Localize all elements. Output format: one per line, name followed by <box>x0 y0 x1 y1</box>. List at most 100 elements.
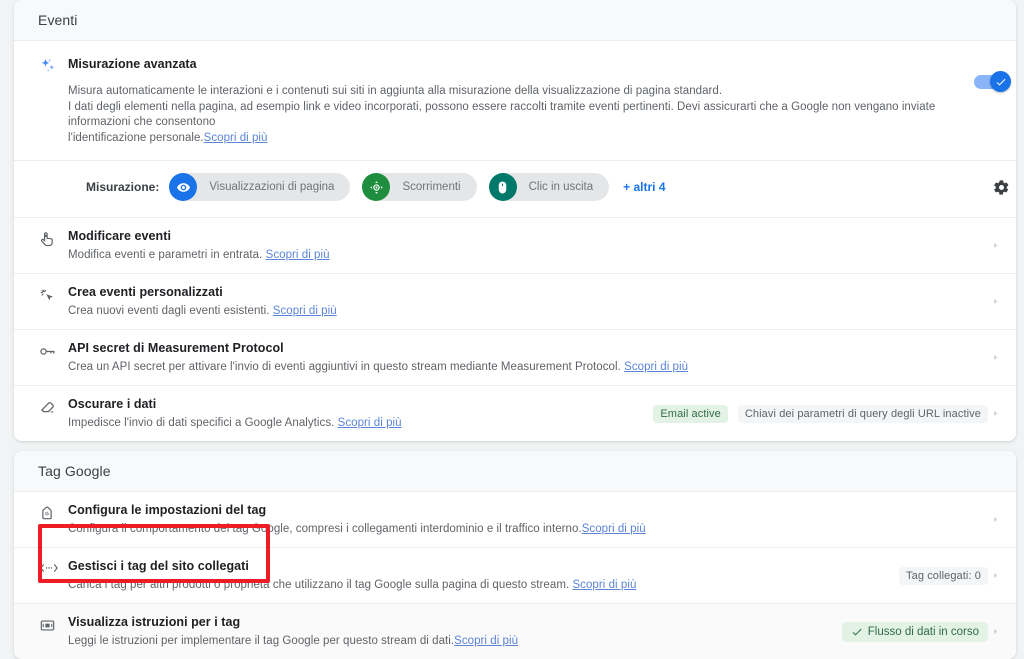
chevron-right-icon[interactable] <box>988 513 1002 526</box>
row-desc-text: Carica i tag per altri prodotti o propri… <box>68 579 570 591</box>
more-measurements-link[interactable]: + altri 4 <box>623 180 665 194</box>
tag-google-card-title: Tag Google <box>38 463 111 479</box>
row-desc-text: Impedisce l'invio di dati specifici a Go… <box>68 417 335 429</box>
code-brackets-icon <box>38 558 68 576</box>
advanced-measurement-title: Misurazione avanzata <box>68 57 197 71</box>
row-desc-text: Configura il comportamento del tag Googl… <box>68 523 582 535</box>
row-gestisci-tag-sito-collegati[interactable]: Gestisci i tag del sito collegati Carica… <box>14 548 1016 604</box>
advanced-measurement-body: Misurazione avanzata Misura automaticame… <box>68 55 974 146</box>
tag-instructions-icon <box>38 614 68 635</box>
row-title: Gestisci i tag del sito collegati <box>68 559 249 573</box>
status-badge-data-flow-label: Flusso di dati in corso <box>867 625 979 638</box>
chevron-right-icon[interactable] <box>988 569 1002 582</box>
advanced-measurement-row[interactable]: Misurazione avanzata Misura automaticame… <box>14 41 1016 146</box>
row-body: Configura le impostazioni del tag Config… <box>68 502 988 537</box>
row-title: Visualizza istruzioni per i tag <box>68 615 241 629</box>
touch-hand-icon <box>38 228 68 249</box>
row-title: API secret di Measurement Protocol <box>68 341 284 355</box>
row-status-badges: Email active Chiavi dei parametri di que… <box>653 404 988 423</box>
advanced-desc-line-2: I dati degli elementi nella pagina, ad e… <box>68 100 936 129</box>
row-api-secret[interactable]: API secret di Measurement Protocol Crea … <box>14 330 1016 386</box>
row-description: Configura il comportamento del tag Googl… <box>68 521 980 537</box>
sparkle-icon <box>38 55 68 77</box>
row-learn-more-link[interactable]: Scopri di più <box>454 635 518 647</box>
row-body: Modificare eventi Modifica eventi e para… <box>68 228 988 263</box>
linked-tags-count: Tag collegati: 0 <box>899 566 988 585</box>
chevron-right-icon[interactable] <box>988 239 1002 252</box>
row-description: Crea nuovi eventi dagli eventi esistenti… <box>68 303 980 319</box>
check-icon <box>996 78 1005 85</box>
chip-outbound-clicks[interactable]: Clic in uscita <box>488 173 610 201</box>
measurement-chips-bar: Misurazione: Visualizzazioni di pagina S… <box>14 160 1016 217</box>
row-description: Modifica eventi e parametri in entrata. … <box>68 247 980 263</box>
chip-label: Visualizzazioni di pagina <box>209 181 335 193</box>
status-badge-email: Email active <box>653 404 728 423</box>
chevron-right-icon[interactable] <box>988 407 1002 420</box>
gear-icon[interactable] <box>993 179 1010 196</box>
row-learn-more-link[interactable]: Scopri di più <box>624 361 688 373</box>
row-body: Gestisci i tag del sito collegati Carica… <box>68 558 899 593</box>
check-icon <box>852 628 862 635</box>
settings-page: Eventi Misurazione avanzata Misura autom… <box>0 0 1024 659</box>
row-title: Modificare eventi <box>68 229 171 243</box>
row-desc-text: Leggi le istruzioni per implementare il … <box>68 635 455 647</box>
advanced-desc-line-3-text: l'identificazione personale. <box>68 131 204 144</box>
toggle-knob <box>990 71 1011 92</box>
row-description: Carica i tag per altri prodotti o propri… <box>68 577 891 593</box>
eraser-icon <box>38 396 68 417</box>
row-status-badges: Tag collegati: 0 <box>899 566 988 585</box>
status-badge-url-query-keys: Chiavi dei parametri di query degli URL … <box>737 404 988 423</box>
row-description: Crea un API secret per attivare l'invio … <box>68 359 980 375</box>
row-title: Oscurare i dati <box>68 397 157 411</box>
row-body: API secret di Measurement Protocol Crea … <box>68 340 988 375</box>
row-learn-more-link[interactable]: Scopri di più <box>273 305 337 317</box>
row-title: Crea eventi personalizzati <box>68 285 223 299</box>
row-description: Leggi le istruzioni per implementare il … <box>68 633 834 649</box>
row-modificare-eventi[interactable]: Modificare eventi Modifica eventi e para… <box>14 217 1016 274</box>
chevron-right-icon[interactable] <box>988 625 1002 638</box>
eventi-card-title: Eventi <box>38 12 78 28</box>
eventi-card-header: Eventi <box>14 0 1016 41</box>
eye-icon <box>169 173 198 201</box>
row-description: Impedisce l'invio di dati specifici a Go… <box>68 415 645 431</box>
row-title: Configura le impostazioni del tag <box>68 503 267 517</box>
chevron-right-icon[interactable] <box>988 351 1002 364</box>
advanced-measurement-toggle[interactable] <box>974 71 1011 92</box>
row-learn-more-link[interactable]: Scopri di più <box>572 579 636 591</box>
row-crea-eventi-personalizzati[interactable]: Crea eventi personalizzati Crea nuovi ev… <box>14 274 1016 330</box>
row-oscurare-i-dati[interactable]: Oscurare i dati Impedisce l'invio di dat… <box>14 386 1016 441</box>
advanced-desc-line-1: Misura automaticamente le interazioni e … <box>68 85 723 97</box>
row-configura-impostazioni-tag[interactable]: Configura le impostazioni del tag Config… <box>14 492 1016 548</box>
row-body: Crea eventi personalizzati Crea nuovi ev… <box>68 284 988 319</box>
tag-google-card-header: Tag Google <box>14 451 1016 492</box>
row-desc-text: Crea un API secret per attivare l'invio … <box>68 361 621 373</box>
advanced-toggle-container <box>974 55 1011 94</box>
row-body: Oscurare i dati Impedisce l'invio di dat… <box>68 396 653 431</box>
chip-page-views[interactable]: Visualizzazioni di pagina <box>169 173 351 201</box>
chip-scrolls[interactable]: Scorrimenti <box>362 173 477 201</box>
row-learn-more-link[interactable]: Scopri di più <box>266 249 330 261</box>
chevron-right-icon[interactable] <box>988 295 1002 308</box>
tag-google-card: Tag Google Configura le impostazioni del… <box>14 451 1016 659</box>
mouse-icon <box>488 173 517 201</box>
advanced-desc-line-3: l'identificazione personale.Scopri di pi… <box>68 131 960 147</box>
chip-label: Scorrimenti <box>402 181 461 193</box>
status-badge-data-flow: Flusso di dati in corso <box>841 621 988 642</box>
row-desc-text: Crea nuovi eventi dagli eventi esistenti… <box>68 305 270 317</box>
chip-label: Clic in uscita <box>528 181 594 193</box>
key-icon <box>38 340 68 361</box>
row-visualizza-istruzioni-tag[interactable]: Visualizza istruzioni per i tag Leggi le… <box>14 604 1016 659</box>
measurement-label: Misurazione: <box>86 180 160 194</box>
row-desc-text: Modifica eventi e parametri in entrata. <box>68 249 263 261</box>
advanced-measurement-section: Misurazione avanzata Misura automaticame… <box>14 41 1016 217</box>
row-body: Visualizza istruzioni per i tag Leggi le… <box>68 614 842 649</box>
advanced-learn-more-link[interactable]: Scopri di più <box>204 132 268 144</box>
google-tag-icon <box>38 502 68 522</box>
eventi-card: Eventi Misurazione avanzata Misura autom… <box>14 0 1016 441</box>
magic-cursor-icon <box>38 284 68 305</box>
row-status-badges: Flusso di dati in corso <box>841 621 988 642</box>
scroll-target-icon <box>362 173 391 201</box>
row-learn-more-link[interactable]: Scopri di più <box>582 523 646 535</box>
advanced-measurement-description: Misura automaticamente le interazioni e … <box>68 84 960 146</box>
row-learn-more-link[interactable]: Scopri di più <box>338 417 402 429</box>
